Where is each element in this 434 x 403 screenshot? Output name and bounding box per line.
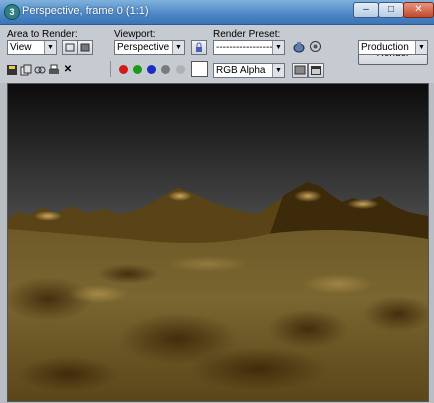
region-icon	[65, 43, 75, 52]
rendered-terrain-image	[8, 84, 428, 401]
channel-dropdown[interactable]: RGB Alpha ▼	[213, 63, 285, 78]
render-setup-button[interactable]	[292, 39, 307, 54]
green-channel-toggle[interactable]	[133, 65, 142, 74]
area-to-render-dropdown[interactable]: View ▼	[7, 40, 57, 55]
gear-icon	[310, 41, 321, 52]
close-button[interactable]: ✕	[403, 2, 434, 18]
alpha-channel-toggle[interactable]	[161, 65, 170, 74]
teapot-icon	[293, 42, 305, 53]
render-preset-dropdown[interactable]: -------------------- ▼	[213, 40, 285, 55]
toolbar-separator	[110, 61, 111, 77]
display-alpha-button[interactable]	[292, 63, 308, 78]
render-preset-label: Render Preset:	[213, 29, 281, 40]
chevron-down-icon: ▼	[272, 41, 284, 54]
app-icon: 3	[4, 4, 20, 20]
lock-icon	[196, 42, 202, 52]
monitor-icon	[294, 65, 306, 75]
chevron-down-icon: ▼	[44, 41, 56, 54]
color-swatch[interactable]	[191, 61, 208, 77]
render-mode-dropdown[interactable]: Production ▼	[358, 40, 428, 55]
clone-icon[interactable]	[34, 64, 46, 76]
title-bar: 3 Perspective, frame 0 (1:1) – □ ✕	[0, 0, 434, 25]
auto-region-button[interactable]	[77, 40, 93, 55]
viewport-dropdown[interactable]: Perspective ▼	[114, 40, 185, 55]
minimize-button[interactable]: –	[353, 2, 379, 18]
red-channel-toggle[interactable]	[119, 65, 128, 74]
viewport-value: Perspective	[117, 42, 170, 53]
toggle-ui-button[interactable]	[308, 63, 324, 78]
mono-toggle[interactable]	[176, 65, 185, 74]
chevron-down-icon: ▼	[272, 64, 284, 77]
maximize-button[interactable]: □	[378, 2, 404, 18]
render-mode-value: Production	[361, 42, 409, 53]
chevron-down-icon: ▼	[415, 41, 427, 54]
save-icon[interactable]	[6, 64, 18, 76]
rendered-frame-viewport[interactable]	[7, 83, 429, 402]
viewport-label: Viewport:	[114, 29, 156, 40]
chevron-down-icon: ▼	[172, 41, 184, 54]
copy-icon[interactable]	[20, 64, 32, 76]
channel-value: RGB Alpha	[216, 65, 266, 76]
window-title: Perspective, frame 0 (1:1)	[22, 5, 149, 17]
area-to-render-label: Area to Render:	[7, 29, 78, 40]
auto-region-icon	[80, 43, 90, 52]
lock-viewport-button[interactable]	[191, 40, 207, 55]
edit-region-button[interactable]	[62, 40, 78, 55]
window-icon	[311, 66, 321, 75]
blue-channel-toggle[interactable]	[147, 65, 156, 74]
environment-button[interactable]	[308, 39, 323, 54]
area-to-render-value: View	[10, 42, 32, 53]
print-icon[interactable]	[48, 64, 60, 76]
clear-icon[interactable]: ✕	[62, 64, 74, 76]
